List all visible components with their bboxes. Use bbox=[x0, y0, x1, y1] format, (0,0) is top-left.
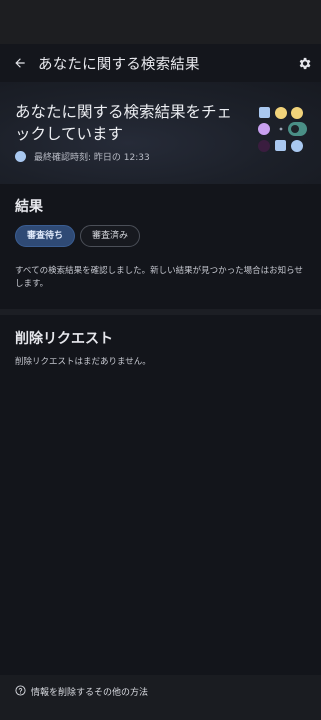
tab-reviewed[interactable]: 審査済み bbox=[80, 225, 141, 247]
removal-requests-empty: 削除リクエストはまだありません。 bbox=[15, 357, 151, 367]
section-divider bbox=[0, 309, 321, 315]
removal-requests-title: 削除リクエスト bbox=[15, 331, 113, 347]
status-dot bbox=[15, 151, 26, 162]
last-checked: 最終確認時刻: 昨日の 12:33 bbox=[15, 150, 150, 163]
hero-headline: あなたに関する検索結果をチェックしています bbox=[15, 103, 233, 143]
results-title: 結果 bbox=[15, 199, 43, 215]
app-bar: あなたに関する検索結果 bbox=[0, 44, 321, 82]
tab-pending-review[interactable]: 審査待ち bbox=[15, 225, 76, 247]
arrow-back-icon[interactable] bbox=[10, 53, 30, 73]
help-circle-icon bbox=[15, 685, 26, 696]
last-checked-text: 最終確認時刻: 昨日の 12:33 bbox=[34, 153, 150, 163]
footer-more-ways[interactable]: 情報を削除するその他の方法 bbox=[0, 675, 321, 720]
page-title: あなたに関する検索結果 bbox=[38, 57, 200, 73]
results-tabs: 審査待ち 審査済み bbox=[15, 225, 141, 247]
decorative-shapes-illustration bbox=[258, 107, 307, 152]
gear-icon[interactable] bbox=[294, 53, 314, 73]
status-bar bbox=[0, 0, 321, 44]
footer-label: 情報を削除するその他の方法 bbox=[31, 688, 149, 698]
results-message: すべての検索結果を確認しました。新しい結果が見つかった場合はお知らせします。 bbox=[15, 266, 303, 289]
